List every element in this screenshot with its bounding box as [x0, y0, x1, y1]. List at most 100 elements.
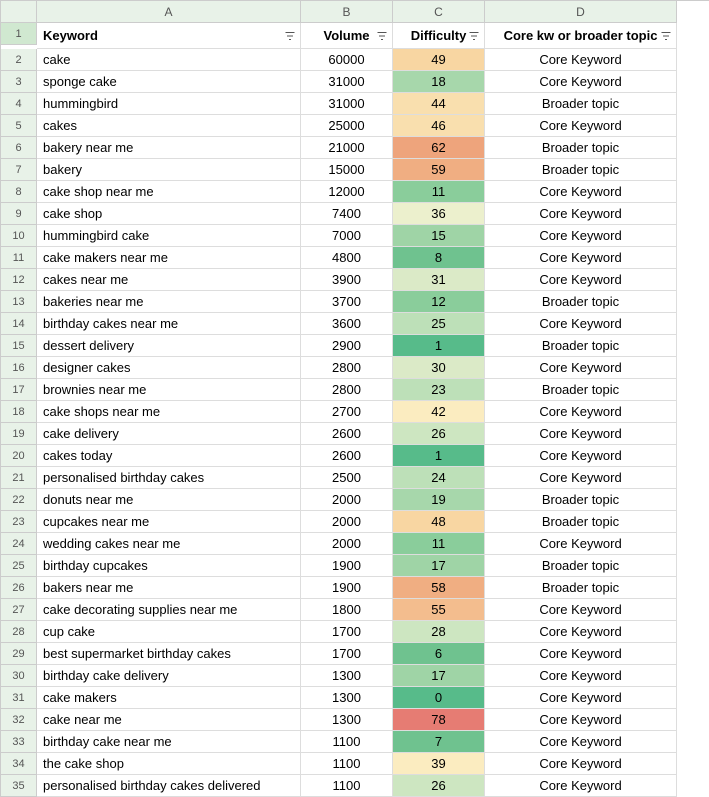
cell-volume[interactable]: 1900 — [301, 555, 393, 577]
cell-volume[interactable]: 2800 — [301, 357, 393, 379]
cell-difficulty[interactable]: 49 — [393, 49, 485, 71]
cell-difficulty[interactable]: 17 — [393, 555, 485, 577]
filter-icon[interactable] — [376, 30, 388, 42]
cell-topic[interactable]: Core Keyword — [485, 115, 677, 137]
cell-keyword[interactable]: birthday cake delivery — [37, 665, 301, 687]
cell-difficulty[interactable]: 26 — [393, 775, 485, 797]
cell-difficulty[interactable]: 23 — [393, 379, 485, 401]
cell-difficulty[interactable]: 12 — [393, 291, 485, 313]
row-header-3[interactable]: 3 — [1, 71, 37, 93]
column-header-D[interactable]: D — [485, 1, 677, 23]
cell-keyword[interactable]: cakes today — [37, 445, 301, 467]
cell-keyword[interactable]: sponge cake — [37, 71, 301, 93]
cell-volume[interactable]: 1800 — [301, 599, 393, 621]
row-header-10[interactable]: 10 — [1, 225, 37, 247]
cell-difficulty[interactable]: 58 — [393, 577, 485, 599]
row-header-4[interactable]: 4 — [1, 93, 37, 115]
cell-keyword[interactable]: cupcakes near me — [37, 511, 301, 533]
cell-difficulty[interactable]: 1 — [393, 335, 485, 357]
cell-keyword[interactable]: cake shop near me — [37, 181, 301, 203]
cell-topic[interactable]: Broader topic — [485, 291, 677, 313]
row-header-29[interactable]: 29 — [1, 643, 37, 665]
column-header-B[interactable]: B — [301, 1, 393, 23]
row-header-25[interactable]: 25 — [1, 555, 37, 577]
cell-topic[interactable]: Broader topic — [485, 379, 677, 401]
cell-keyword[interactable]: hummingbird cake — [37, 225, 301, 247]
header-topic[interactable]: Core kw or broader topic — [485, 23, 677, 49]
cell-difficulty[interactable]: 7 — [393, 731, 485, 753]
cell-difficulty[interactable]: 15 — [393, 225, 485, 247]
cell-keyword[interactable]: wedding cakes near me — [37, 533, 301, 555]
cell-volume[interactable]: 60000 — [301, 49, 393, 71]
cell-volume[interactable]: 1900 — [301, 577, 393, 599]
cell-volume[interactable]: 3700 — [301, 291, 393, 313]
cell-volume[interactable]: 1100 — [301, 775, 393, 797]
cell-topic[interactable]: Broader topic — [485, 137, 677, 159]
cell-keyword[interactable]: cake makers near me — [37, 247, 301, 269]
cell-topic[interactable]: Core Keyword — [485, 709, 677, 731]
cell-keyword[interactable]: cake makers — [37, 687, 301, 709]
row-header-6[interactable]: 6 — [1, 137, 37, 159]
cell-keyword[interactable]: cup cake — [37, 621, 301, 643]
row-header-27[interactable]: 27 — [1, 599, 37, 621]
cell-difficulty[interactable]: 28 — [393, 621, 485, 643]
row-header-15[interactable]: 15 — [1, 335, 37, 357]
cell-difficulty[interactable]: 17 — [393, 665, 485, 687]
cell-topic[interactable]: Core Keyword — [485, 71, 677, 93]
cell-keyword[interactable]: the cake shop — [37, 753, 301, 775]
row-header-33[interactable]: 33 — [1, 731, 37, 753]
header-difficulty[interactable]: Difficulty — [393, 23, 485, 49]
cell-difficulty[interactable]: 6 — [393, 643, 485, 665]
cell-topic[interactable]: Core Keyword — [485, 731, 677, 753]
row-header-31[interactable]: 31 — [1, 687, 37, 709]
cell-difficulty[interactable]: 44 — [393, 93, 485, 115]
cell-topic[interactable]: Core Keyword — [485, 181, 677, 203]
cell-volume[interactable]: 1700 — [301, 643, 393, 665]
row-header-23[interactable]: 23 — [1, 511, 37, 533]
row-header-26[interactable]: 26 — [1, 577, 37, 599]
cell-topic[interactable]: Core Keyword — [485, 753, 677, 775]
column-header-A[interactable]: A — [37, 1, 301, 23]
cell-topic[interactable]: Core Keyword — [485, 643, 677, 665]
cell-difficulty[interactable]: 25 — [393, 313, 485, 335]
filter-icon[interactable] — [468, 30, 480, 42]
cell-keyword[interactable]: cake decorating supplies near me — [37, 599, 301, 621]
cell-difficulty[interactable]: 11 — [393, 533, 485, 555]
row-header-18[interactable]: 18 — [1, 401, 37, 423]
cell-topic[interactable]: Broader topic — [485, 555, 677, 577]
cell-topic[interactable]: Core Keyword — [485, 467, 677, 489]
row-header-2[interactable]: 2 — [1, 49, 37, 71]
row-header-14[interactable]: 14 — [1, 313, 37, 335]
cell-topic[interactable]: Broader topic — [485, 335, 677, 357]
cell-topic[interactable]: Core Keyword — [485, 665, 677, 687]
cell-volume[interactable]: 31000 — [301, 93, 393, 115]
row-header-20[interactable]: 20 — [1, 445, 37, 467]
cell-keyword[interactable]: cakes — [37, 115, 301, 137]
cell-volume[interactable]: 7400 — [301, 203, 393, 225]
cell-topic[interactable]: Core Keyword — [485, 687, 677, 709]
cell-volume[interactable]: 2600 — [301, 423, 393, 445]
cell-keyword[interactable]: bakery near me — [37, 137, 301, 159]
cell-volume[interactable]: 3900 — [301, 269, 393, 291]
cell-difficulty[interactable]: 46 — [393, 115, 485, 137]
cell-keyword[interactable]: cake shop — [37, 203, 301, 225]
cell-volume[interactable]: 2900 — [301, 335, 393, 357]
row-header-12[interactable]: 12 — [1, 269, 37, 291]
row-header-28[interactable]: 28 — [1, 621, 37, 643]
cell-keyword[interactable]: hummingbird — [37, 93, 301, 115]
row-header-30[interactable]: 30 — [1, 665, 37, 687]
header-keyword[interactable]: Keyword — [37, 23, 301, 49]
cell-volume[interactable]: 2000 — [301, 489, 393, 511]
cell-difficulty[interactable]: 19 — [393, 489, 485, 511]
cell-topic[interactable]: Broader topic — [485, 489, 677, 511]
cell-volume[interactable]: 2000 — [301, 533, 393, 555]
cell-difficulty[interactable]: 62 — [393, 137, 485, 159]
cell-keyword[interactable]: donuts near me — [37, 489, 301, 511]
cell-keyword[interactable]: best supermarket birthday cakes — [37, 643, 301, 665]
cell-volume[interactable]: 15000 — [301, 159, 393, 181]
cell-volume[interactable]: 2600 — [301, 445, 393, 467]
cell-difficulty[interactable]: 24 — [393, 467, 485, 489]
cell-keyword[interactable]: dessert delivery — [37, 335, 301, 357]
cell-difficulty[interactable]: 0 — [393, 687, 485, 709]
cell-topic[interactable]: Core Keyword — [485, 599, 677, 621]
